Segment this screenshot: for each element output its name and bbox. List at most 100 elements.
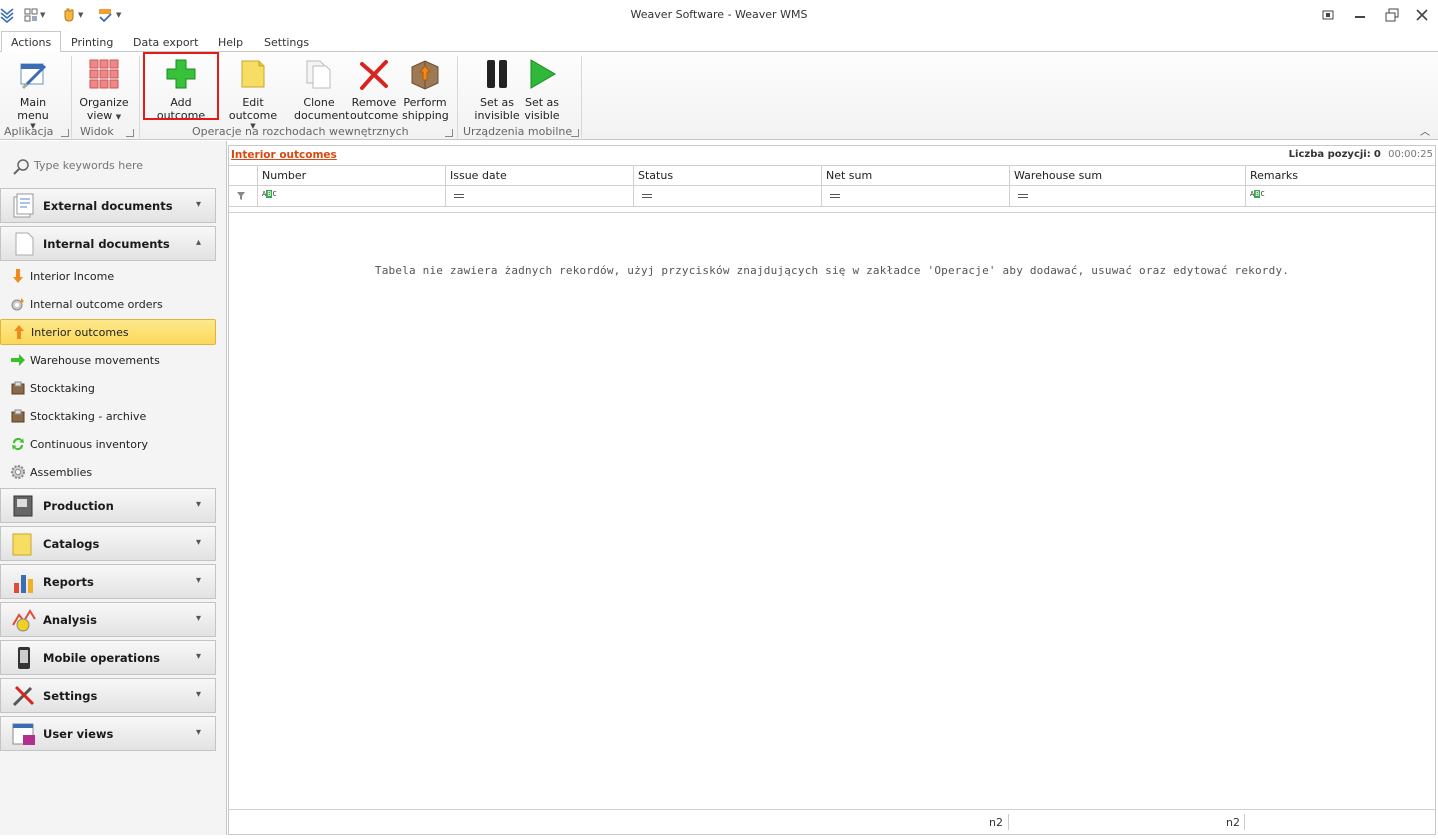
fullscreen-icon[interactable]	[1320, 7, 1336, 23]
column-number[interactable]: Number	[257, 166, 445, 186]
ribbon-tabs: Actions Printing Data export Help Settin…	[0, 30, 1438, 53]
tab-printing[interactable]: Printing	[71, 34, 113, 52]
group-launcher-aplikacja[interactable]	[61, 129, 69, 137]
box-archive-icon	[11, 409, 25, 423]
footer-separator	[1244, 814, 1245, 830]
remove-x-icon	[360, 60, 388, 90]
perform-shipping-label-2: shipping	[402, 109, 449, 122]
group-launcher-widok[interactable]	[126, 129, 134, 137]
sidebar-item-internal-outcome-orders[interactable]: Internal outcome orders	[0, 291, 216, 317]
refresh-icon	[12, 438, 24, 450]
group-launcher-urzadzenia[interactable]	[571, 129, 579, 137]
filter-net-sum[interactable]	[821, 186, 1009, 206]
set-invisible-button[interactable]: Set as invisible	[474, 55, 520, 122]
sidebar-item-continuous-inventory[interactable]: Continuous inventory	[0, 431, 216, 457]
footer-warehouse-sum: n2	[1226, 816, 1240, 829]
filter-status[interactable]	[633, 186, 821, 206]
tab-help[interactable]: Help	[218, 34, 243, 52]
sidebar-item-label: Continuous inventory	[30, 437, 148, 451]
clone-document-label-1: Clone	[303, 96, 335, 109]
filter-issue-date[interactable]	[445, 186, 633, 206]
filter-row: ABC ABC	[229, 186, 1435, 207]
user-view-icon	[12, 723, 35, 745]
group-settings[interactable]: Settings ▾	[0, 678, 216, 713]
chevron-down-icon: ▾	[195, 613, 201, 624]
sidebar-item-interior-income[interactable]: Interior Income	[0, 263, 216, 289]
tab-actions[interactable]: Actions	[1, 31, 62, 53]
column-net-sum[interactable]: Net sum	[821, 166, 1009, 186]
set-visible-label-2: visible	[524, 109, 560, 122]
column-warehouse-sum[interactable]: Warehouse sum	[1009, 166, 1245, 186]
main-menu-button[interactable]: Main menu ▼	[4, 55, 62, 130]
sidebar-item-warehouse-movements[interactable]: Warehouse movements	[0, 347, 216, 373]
sidebar-item-stocktaking-archive[interactable]: Stocktaking - archive	[0, 403, 216, 429]
arrow-right-icon	[11, 354, 25, 366]
filter-number[interactable]: ABC	[257, 186, 445, 206]
record-count-value: 0	[1373, 149, 1381, 160]
search-input[interactable]	[34, 159, 214, 172]
main-panel: Interior outcomes Liczba pozycji: 0 00:0…	[228, 145, 1436, 835]
remove-outcome-label-2: outcome	[350, 109, 399, 122]
record-count: Liczba pozycji: 0 00:00:25	[1289, 149, 1433, 160]
machine-icon	[13, 495, 33, 516]
group-label: User views	[43, 726, 114, 741]
folder-icon	[12, 533, 32, 555]
group-label-operacje: Operacje na rozchodach wewnętrznych	[192, 125, 409, 138]
edit-outcome-button[interactable]: Edit outcome ▼	[220, 55, 286, 130]
chevron-down-icon: ▾	[195, 199, 201, 210]
group-separator	[139, 56, 140, 138]
organize-view-label-2: view	[86, 109, 113, 122]
group-label: Analysis	[43, 612, 97, 627]
analysis-icon	[12, 608, 36, 631]
breadcrumb[interactable]: Interior outcomes	[231, 149, 337, 161]
column-status[interactable]: Status	[633, 166, 821, 186]
group-user-views[interactable]: User views ▾	[0, 716, 216, 751]
bar-chart-icon	[14, 574, 33, 593]
filter-remarks[interactable]: ABC	[1245, 186, 1435, 206]
clone-document-icon	[306, 60, 331, 89]
sidebar-search	[0, 155, 227, 177]
row-indicator-header	[229, 166, 257, 186]
filter-warehouse-sum[interactable]	[1009, 186, 1245, 206]
tab-settings[interactable]: Settings	[264, 34, 309, 52]
perform-shipping-button[interactable]: Perform shipping	[402, 55, 449, 122]
title-bar: ▼ ▼ ▼ Weaver Software - Weaver WMS	[0, 0, 1438, 30]
sidebar-item-interior-outcomes[interactable]: Interior outcomes	[0, 319, 216, 345]
grid-footer: n2 n2	[229, 809, 1435, 834]
group-catalogs[interactable]: Catalogs ▾	[0, 526, 216, 561]
sidebar-item-label: Internal outcome orders	[30, 297, 163, 311]
sidebar-item-stocktaking[interactable]: Stocktaking	[0, 375, 216, 401]
tab-data-export[interactable]: Data export	[133, 34, 198, 52]
group-analysis[interactable]: Analysis ▾	[0, 602, 216, 637]
group-launcher-operacje[interactable]	[445, 129, 453, 137]
chevron-down-icon: ▾	[195, 575, 201, 586]
group-internal-documents[interactable]: Internal documents ▴	[0, 226, 216, 261]
organize-view-button[interactable]: Organize view ▼	[78, 55, 130, 122]
group-production[interactable]: Production ▾	[0, 488, 216, 523]
set-visible-button[interactable]: Set as visible	[522, 55, 562, 122]
close-icon[interactable]	[1414, 7, 1430, 23]
group-separator	[457, 56, 458, 138]
window-title: Weaver Software - Weaver WMS	[630, 8, 808, 21]
remove-outcome-button[interactable]: Remove outcome	[350, 55, 399, 122]
group-reports[interactable]: Reports ▾	[0, 564, 216, 599]
equals-filter-icon	[642, 194, 652, 198]
group-external-documents[interactable]: External documents ▾	[0, 188, 216, 223]
minimize-icon[interactable]	[1352, 7, 1368, 23]
column-remarks[interactable]: Remarks	[1245, 166, 1435, 186]
group-mobile-operations[interactable]: Mobile operations ▾	[0, 640, 216, 675]
organize-view-dropdown-icon: ▼	[115, 113, 122, 121]
mobile-device-icon	[18, 646, 30, 669]
play-icon	[530, 59, 556, 89]
clone-document-button[interactable]: Clone document	[294, 55, 350, 122]
tools-icon	[12, 685, 35, 706]
column-issue-date[interactable]: Issue date	[445, 166, 633, 186]
collapse-ribbon-icon[interactable]: ︿	[1420, 123, 1430, 138]
restore-icon[interactable]	[1384, 7, 1400, 23]
group-separator	[71, 56, 72, 138]
box-icon	[11, 381, 25, 395]
sidebar-item-assemblies[interactable]: Assemblies	[0, 459, 216, 485]
equals-filter-icon	[454, 194, 464, 198]
search-icon	[13, 159, 29, 175]
elapsed-time: 00:00:25	[1388, 149, 1433, 160]
